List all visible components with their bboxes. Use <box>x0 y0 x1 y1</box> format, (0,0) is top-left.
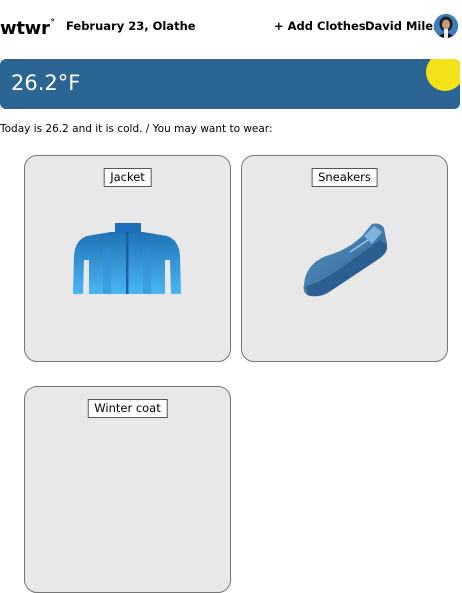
weather-message: Today is 26.2 and it is cold. / You may … <box>0 123 273 135</box>
date-location: February 23, Olathe <box>66 19 196 33</box>
add-clothes-button[interactable]: + Add Clothes <box>274 19 366 33</box>
item-card-sneakers[interactable]: Sneakers <box>241 155 448 362</box>
sun-icon <box>426 59 460 91</box>
item-label-winter-coat: Winter coat <box>87 399 168 418</box>
avatar-image <box>434 14 458 38</box>
header: wtwr° February 23, Olathe + Add Clothes … <box>0 0 462 52</box>
item-label-sneakers: Sneakers <box>311 168 378 187</box>
item-card-jacket[interactable]: Jacket <box>24 155 231 362</box>
username: David Miles <box>365 19 440 33</box>
logo-mark: ° <box>50 18 56 28</box>
weather-card: 26.2°F <box>0 59 460 109</box>
item-card-winter-coat[interactable]: Winter coat <box>24 386 231 593</box>
avatar[interactable] <box>434 14 458 38</box>
logo[interactable]: wtwr° <box>0 14 55 40</box>
logo-text: wtwr <box>0 18 50 39</box>
temperature: 26.2°F <box>11 71 81 95</box>
item-label-jacket: Jacket <box>103 168 152 187</box>
